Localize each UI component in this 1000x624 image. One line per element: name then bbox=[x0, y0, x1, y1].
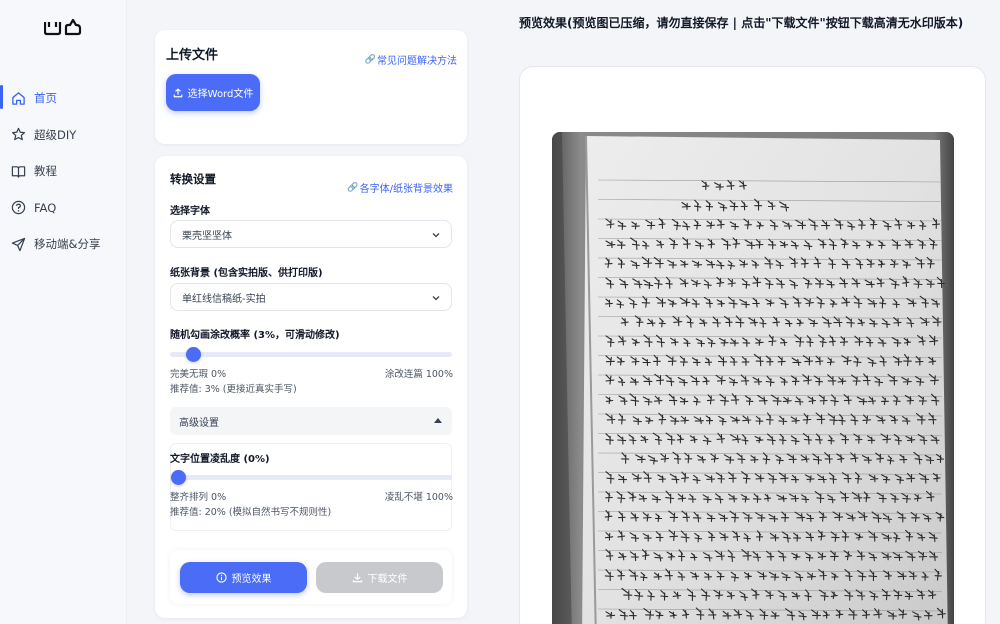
slider-thumb[interactable] bbox=[185, 347, 201, 362]
star-icon bbox=[10, 127, 26, 143]
help-icon bbox=[10, 200, 26, 216]
sidebar-item-faq[interactable]: FAQ bbox=[0, 190, 127, 227]
upload-icon bbox=[173, 88, 183, 98]
select-word-file-button[interactable]: 选择Word文件 bbox=[166, 74, 260, 111]
font-select[interactable]: 栗壳坚坚体 bbox=[170, 220, 452, 248]
logo-icon bbox=[44, 18, 82, 36]
sidebar-item-super-diy[interactable]: 超级DIY bbox=[0, 117, 127, 154]
download-icon bbox=[352, 572, 363, 583]
sidebar-item-mobile-share[interactable]: 移动端&分享 bbox=[0, 226, 127, 263]
sidebar-item-label: 教程 bbox=[34, 164, 57, 179]
sidebar-item-label: 首页 bbox=[34, 91, 57, 106]
scribble-recommend: 推荐值: 3% (更接近真实手写) bbox=[170, 384, 297, 395]
disorder-label: 文字位置凌乱度 (0%) bbox=[170, 454, 270, 465]
settings-card: 转换设置 🔗 各字体/纸张背景效果 选择字体 栗壳坚坚体 纸张背景 (包含实拍版… bbox=[155, 156, 467, 618]
disorder-slider[interactable] bbox=[170, 470, 452, 485]
sidebar-item-label: 超级DIY bbox=[34, 127, 77, 142]
link-icon: 🔗 bbox=[347, 182, 359, 193]
caret-up-icon bbox=[434, 418, 442, 423]
scribble-max-label: 涂改连篇 100% bbox=[384, 369, 453, 380]
preview-box bbox=[519, 66, 986, 624]
sidebar-item-home[interactable]: 首页 bbox=[0, 80, 127, 117]
preview-image bbox=[552, 132, 954, 624]
chevron-down-icon bbox=[432, 233, 440, 238]
disorder-max-label: 凌乱不堪 100% bbox=[384, 492, 453, 503]
preview-button[interactable]: 预览效果 bbox=[180, 562, 307, 593]
home-icon bbox=[10, 90, 26, 106]
scribble-label: 随机勾画涂改概率 (3%，可滑动修改) bbox=[170, 330, 340, 341]
advanced-settings-toggle[interactable]: 高级设置 bbox=[170, 407, 452, 435]
upload-card: 上传文件 🔗 常见问题解决方法 选择Word文件 bbox=[155, 30, 467, 144]
effects-link[interactable]: 🔗 各字体/纸张背景效果 bbox=[347, 180, 453, 196]
advanced-settings-label: 高级设置 bbox=[179, 417, 219, 429]
faq-link[interactable]: 🔗 常见问题解决方法 bbox=[364, 52, 457, 68]
paper-label: 纸张背景 (包含实拍版、供打印版) bbox=[170, 268, 323, 279]
link-icon: 🔗 bbox=[364, 54, 376, 65]
faq-link-label: 常见问题解决方法 bbox=[377, 56, 457, 67]
scribble-min-label: 完美无瑕 0% bbox=[170, 369, 227, 380]
action-bar: 预览效果 下载文件 bbox=[170, 550, 452, 604]
sidebar: 首页 超级DIY 教程 FAQ 移动端&分享 bbox=[0, 0, 127, 624]
settings-title: 转换设置 bbox=[170, 172, 216, 186]
chevron-down-icon bbox=[432, 296, 440, 301]
info-icon bbox=[215, 572, 227, 583]
scribble-slider[interactable] bbox=[170, 347, 452, 362]
handwritten-page-photo bbox=[552, 132, 954, 624]
upload-title: 上传文件 bbox=[166, 48, 219, 63]
effects-link-label: 各字体/纸张背景效果 bbox=[359, 184, 453, 195]
sidebar-item-tutorial[interactable]: 教程 bbox=[0, 153, 127, 190]
slider-track bbox=[170, 475, 452, 480]
paper-select[interactable]: 单红线信稿纸-实拍 bbox=[170, 283, 452, 311]
sidebar-item-label: 移动端&分享 bbox=[34, 237, 101, 252]
slider-thumb[interactable] bbox=[171, 470, 186, 485]
book-icon bbox=[10, 163, 26, 179]
download-button-label: 下载文件 bbox=[367, 574, 408, 585]
preview-title: 预览效果(预览图已压缩，请勿直接保存 | 点击"下载文件"按钮下载高清无水印版本… bbox=[519, 16, 964, 30]
font-label: 选择字体 bbox=[170, 206, 210, 217]
preview-button-label: 预览效果 bbox=[231, 574, 272, 585]
select-word-file-label: 选择Word文件 bbox=[187, 89, 254, 100]
sidebar-item-label: FAQ bbox=[34, 200, 57, 215]
disorder-recommend: 推荐值: 20% (模拟自然书写不规则性) bbox=[170, 507, 332, 518]
slider-track bbox=[170, 352, 452, 357]
send-icon bbox=[10, 236, 26, 252]
download-button[interactable]: 下载文件 bbox=[316, 562, 443, 593]
font-select-value: 栗壳坚坚体 bbox=[182, 230, 232, 242]
disorder-min-label: 整齐排列 0% bbox=[170, 492, 227, 503]
paper-select-value: 单红线信稿纸-实拍 bbox=[182, 293, 266, 305]
sidebar-nav: 首页 超级DIY 教程 FAQ 移动端&分享 bbox=[0, 80, 127, 263]
